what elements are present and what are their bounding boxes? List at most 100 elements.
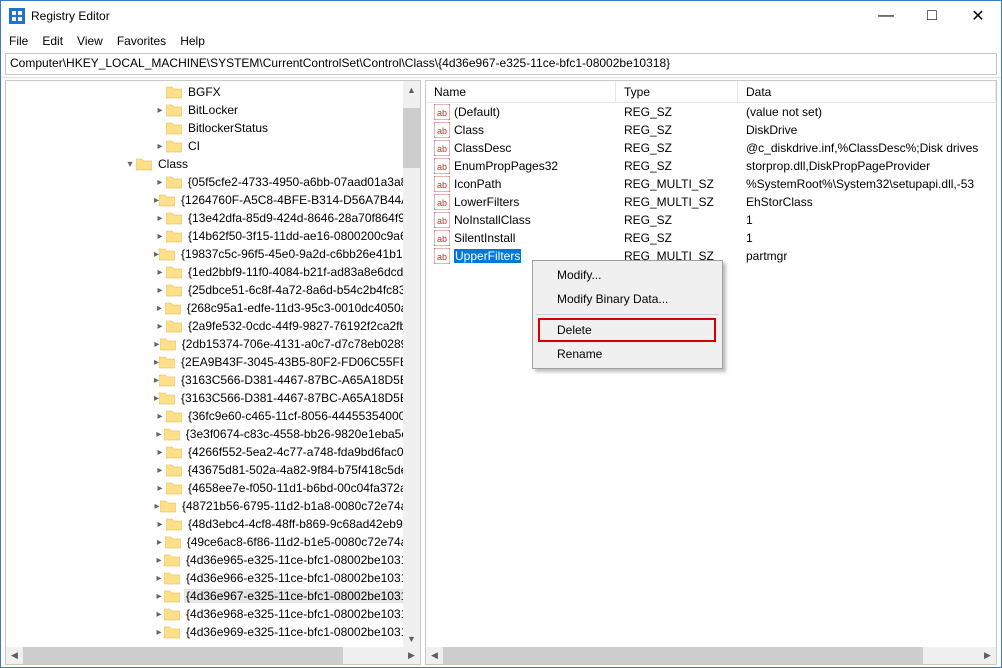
value-row[interactable]: ClassREG_SZDiskDrive — [426, 121, 996, 139]
expander-icon[interactable]: ▸ — [154, 141, 166, 152]
expander-icon[interactable]: ▸ — [154, 447, 166, 458]
tree-node[interactable]: ▸{13e42dfa-85d9-424d-8646-28a70f864f9c} — [6, 209, 420, 227]
tree-node[interactable]: ▸{36fc9e60-c465-11cf-8056-444553540000} — [6, 407, 420, 425]
value-data-cell: @c_diskdrive.inf,%ClassDesc%;Disk drives — [738, 141, 996, 155]
expander-icon[interactable]: ▸ — [154, 411, 166, 422]
tree-node[interactable]: ▸ {43675d81-502a-4a82-9f84-b75f418c5dea} — [6, 461, 420, 479]
col-data[interactable]: Data — [738, 81, 996, 102]
tree-node[interactable]: ▸{1264760F-A5C8-4BFE-B314-D56A7B44A362} — [6, 191, 420, 209]
menu-file[interactable]: File — [9, 34, 28, 48]
address-bar[interactable]: Computer\HKEY_LOCAL_MACHINE\SYSTEM\Curre… — [5, 53, 997, 75]
list-hscroll-thumb[interactable] — [443, 647, 923, 664]
tree-node[interactable]: ▸{48d3ebc4-4cf8-48ff-b869-9c68ad42eb9f} — [6, 515, 420, 533]
tree-hscrollbar[interactable]: ◀ ▶ — [6, 647, 420, 664]
tree-node[interactable]: ▸{2db15374-706e-4131-a0c7-d7c78eb0289a} — [6, 335, 420, 353]
tree-node-label: {43675d81-502a-4a82-9f84-b75f418c5dea} — [186, 463, 420, 477]
cm-delete[interactable]: Delete — [535, 318, 720, 342]
expander-icon[interactable]: ▸ — [154, 519, 166, 530]
cm-modify-binary[interactable]: Modify Binary Data... — [535, 287, 720, 311]
tree-node[interactable]: ▸{4d36e965-e325-11ce-bfc1-08002be10318} — [6, 551, 420, 569]
tree-node[interactable]: ▸{4d36e969-e325-11ce-bfc1-08002be10318} — [6, 623, 420, 641]
value-data-cell: storprop.dll,DiskPropPageProvider — [738, 159, 996, 173]
expander-icon[interactable]: ▸ — [154, 321, 166, 332]
expander-icon[interactable]: ▸ — [154, 591, 164, 602]
scroll-right-icon[interactable]: ▶ — [979, 647, 996, 664]
tree-node[interactable]: ▸{48721b56-6795-11d2-b1a8-0080c72e74a2} — [6, 497, 420, 515]
tree-vscroll-thumb[interactable] — [403, 108, 420, 168]
value-row[interactable]: SilentInstallREG_SZ1 — [426, 229, 996, 247]
value-row[interactable]: (Default)REG_SZ(value not set) — [426, 103, 996, 121]
value-data-cell: 1 — [738, 231, 996, 245]
maximize-button[interactable]: □ — [909, 1, 955, 31]
tree-node[interactable]: ▸{4d36e967-e325-11ce-bfc1-08002be10318} — [6, 587, 420, 605]
scroll-left-icon[interactable]: ◀ — [6, 647, 23, 664]
value-row[interactable]: LowerFiltersREG_MULTI_SZEhStorClass — [426, 193, 996, 211]
value-name-cell: NoInstallClass — [426, 212, 616, 228]
expander-icon[interactable]: ▸ — [154, 609, 164, 620]
tree-hscroll-thumb[interactable] — [23, 647, 343, 664]
registry-tree[interactable]: BGFX▸BitLockerBitlockerStatus▸CI▾Class▸{… — [6, 81, 420, 643]
col-name[interactable]: Name — [426, 81, 616, 102]
scroll-down-icon[interactable]: ▼ — [403, 630, 420, 647]
tree-node[interactable]: ▸{25dbce51-6c8f-4a72-8a6d-b54c2b4fc835} — [6, 281, 420, 299]
tree-node[interactable]: ▸CI — [6, 137, 420, 155]
minimize-button[interactable]: — — [863, 1, 909, 31]
menu-help[interactable]: Help — [180, 34, 205, 48]
expander-icon[interactable]: ▸ — [154, 537, 165, 548]
scroll-up-icon[interactable]: ▲ — [403, 81, 420, 98]
tree-node[interactable]: ▸{4d36e966-e325-11ce-bfc1-08002be10318} — [6, 569, 420, 587]
tree-node[interactable]: ▸{268c95a1-edfe-11d3-95c3-0010dc4050a5} — [6, 299, 420, 317]
tree-node[interactable]: ▾Class — [6, 155, 420, 173]
scroll-right-icon[interactable]: ▶ — [403, 647, 420, 664]
value-row[interactable]: EnumPropPages32REG_SZstorprop.dll,DiskPr… — [426, 157, 996, 175]
expander-icon[interactable]: ▾ — [124, 159, 136, 170]
expander-icon[interactable]: ▸ — [154, 285, 166, 296]
expander-icon[interactable]: ▸ — [154, 555, 164, 566]
expander-icon[interactable]: ▸ — [154, 627, 164, 638]
column-headers[interactable]: Name Type Data — [426, 81, 996, 103]
title-bar[interactable]: Registry Editor — □ ✕ — [1, 1, 1001, 31]
menu-favorites[interactable]: Favorites — [117, 34, 166, 48]
close-button[interactable]: ✕ — [955, 1, 1001, 31]
col-type[interactable]: Type — [616, 81, 738, 102]
tree-node[interactable]: ▸{4266f552-5ea2-4c77-a748-fda9bd6fac0f} — [6, 443, 420, 461]
expander-icon[interactable]: ▸ — [154, 303, 165, 314]
value-row[interactable]: IconPathREG_MULTI_SZ%SystemRoot%\System3… — [426, 175, 996, 193]
value-row[interactable]: NoInstallClassREG_SZ1 — [426, 211, 996, 229]
value-list-pane[interactable]: Name Type Data (Default)REG_SZ(value not… — [425, 80, 997, 665]
tree-node[interactable]: ▸{1ed2bbf9-11f0-4084-b21f-ad83a8e6dcdc} — [6, 263, 420, 281]
expander-icon[interactable]: ▸ — [154, 105, 166, 116]
expander-icon[interactable]: ▸ — [154, 429, 164, 440]
value-row[interactable]: ClassDescREG_SZ@c_diskdrive.inf,%ClassDe… — [426, 139, 996, 157]
expander-icon[interactable]: ▸ — [154, 177, 166, 188]
tree-node[interactable]: ▸{3e3f0674-c83c-4558-bb26-9820e1eba5c5} — [6, 425, 420, 443]
expander-icon[interactable]: ▸ — [154, 483, 166, 494]
tree-node[interactable]: ▸{14b62f50-3f15-11dd-ae16-0800200c9a66} — [6, 227, 420, 245]
expander-icon[interactable]: ▸ — [154, 267, 166, 278]
tree-node[interactable]: BitlockerStatus — [6, 119, 420, 137]
tree-node[interactable]: ▸{4658ee7e-f050-11d1-b6bd-00c04fa372a7} — [6, 479, 420, 497]
tree-node[interactable]: ▸{4d36e968-e325-11ce-bfc1-08002be10318} — [6, 605, 420, 623]
tree-vscrollbar[interactable]: ▲ ▼ — [403, 81, 420, 647]
menu-edit[interactable]: Edit — [42, 34, 63, 48]
menu-view[interactable]: View — [77, 34, 103, 48]
tree-node[interactable]: ▸{2EA9B43F-3045-43B5-80F2-FD06C55FBB90} — [6, 353, 420, 371]
tree-node[interactable]: ▸{19837c5c-96f5-45e0-9a2d-c6bb26e41b12b} — [6, 245, 420, 263]
scroll-left-icon[interactable]: ◀ — [426, 647, 443, 664]
expander-icon[interactable]: ▸ — [154, 573, 164, 584]
tree-node[interactable]: BGFX — [6, 83, 420, 101]
list-hscrollbar[interactable]: ◀ ▶ — [426, 647, 996, 664]
tree-node[interactable]: ▸{2a9fe532-0cdc-44f9-9827-76192f2ca2fb} — [6, 317, 420, 335]
tree-node[interactable]: ▸{05f5cfe2-4733-4950-a6bb-07aad01a3a84} — [6, 173, 420, 191]
expander-icon[interactable]: ▸ — [154, 465, 166, 476]
tree-node[interactable]: ▸{3163C566-D381-4467-87BC-A65A18D5B648} — [6, 371, 420, 389]
expander-icon[interactable]: ▸ — [154, 213, 166, 224]
tree-node[interactable]: ▸{3163C566-D381-4467-87BC-A65A18D5B649} — [6, 389, 420, 407]
value-rows[interactable]: (Default)REG_SZ(value not set)ClassREG_S… — [426, 103, 996, 265]
cm-modify[interactable]: Modify... — [535, 263, 720, 287]
tree-pane[interactable]: BGFX▸BitLockerBitlockerStatus▸CI▾Class▸{… — [5, 80, 421, 665]
expander-icon[interactable]: ▸ — [154, 231, 166, 242]
tree-node[interactable]: ▸BitLocker — [6, 101, 420, 119]
tree-node[interactable]: ▸{49ce6ac8-6f86-11d2-b1e5-0080c72e74a2} — [6, 533, 420, 551]
cm-rename[interactable]: Rename — [535, 342, 720, 366]
